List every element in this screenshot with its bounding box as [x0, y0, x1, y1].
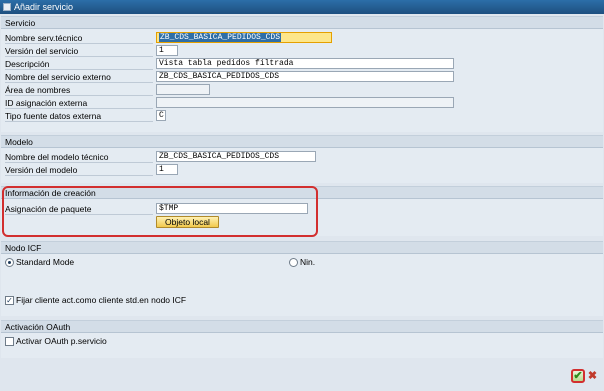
checkmark-icon[interactable]: ✔ — [571, 369, 585, 383]
row-servicio-externo: Nombre del servicio externo ZB_CDS_BASIC… — [1, 71, 603, 84]
section-servicio: Servicio Nombre serv.técnico ZB_CDS_BASI… — [1, 16, 603, 132]
section-modelo: Modelo Nombre del modelo técnico ZB_CDS_… — [1, 135, 603, 183]
area-nombres-input[interactable] — [156, 84, 210, 95]
section-oauth: Activación OAuth Activar OAuth p.servici… — [1, 320, 603, 358]
version-servicio-input[interactable]: 1 — [156, 45, 178, 56]
section-header-modelo: Modelo — [1, 136, 603, 148]
servicio-externo-input[interactable]: ZB_CDS_BASICA_PEDIDOS_CDS — [156, 71, 454, 82]
label-servicio-externo: Nombre del servicio externo — [5, 71, 153, 83]
row-version-servicio: Versión del servicio 1 — [1, 45, 603, 58]
row-descripcion: Descripción Vista tabla pedidos filtrada — [1, 58, 603, 71]
section-header-servicio: Servicio — [1, 17, 603, 29]
id-asignacion-input[interactable] — [156, 97, 454, 108]
window-icon — [3, 3, 11, 11]
label-version-servicio: Versión del servicio — [5, 45, 153, 57]
activar-oauth-checkbox[interactable] — [5, 337, 14, 346]
tipo-fuente-input[interactable]: C — [156, 110, 166, 121]
row-nombre-modelo: Nombre del modelo técnico ZB_CDS_BASICA_… — [1, 151, 603, 164]
label-id-asignacion: ID asignación externa — [5, 97, 153, 109]
label-descripcion: Descripción — [5, 58, 153, 70]
footer-bar — [0, 362, 604, 391]
nombre-servicio-value: ZB_CDS_BASICA_PEDIDOS_CDS — [159, 33, 282, 42]
row-tipo-fuente: Tipo fuente datos externa C — [1, 110, 603, 123]
row-nombre-servicio: Nombre serv.técnico ZB_CDS_BASICA_PEDIDO… — [1, 32, 603, 45]
window-titlebar: Añadir servicio — [0, 0, 604, 14]
fijar-cliente-checkbox[interactable]: ✓ — [5, 296, 14, 305]
activar-oauth-label: Activar OAuth p.servicio — [16, 336, 107, 346]
row-area-nombres: Área de nombres — [1, 84, 603, 97]
label-nombre-modelo: Nombre del modelo técnico — [5, 151, 153, 163]
descripcion-input[interactable]: Vista tabla pedidos filtrada — [156, 58, 454, 69]
row-version-modelo: Versión del modelo 1 — [1, 164, 603, 177]
fijar-cliente-label: Fijar cliente act.como cliente std.en no… — [16, 295, 187, 305]
nombre-servicio-input[interactable]: ZB_CDS_BASICA_PEDIDOS_CDS — [156, 32, 332, 43]
highlight-box — [2, 186, 318, 237]
label-tipo-fuente: Tipo fuente datos externa — [5, 110, 153, 122]
row-id-asignacion: ID asignación externa — [1, 97, 603, 110]
label-nombre-servicio: Nombre serv.técnico — [5, 32, 153, 44]
nin-radio[interactable] — [289, 258, 298, 267]
standard-mode-label: Standard Mode — [16, 257, 75, 267]
nombre-modelo-input[interactable]: ZB_CDS_BASICA_PEDIDOS_CDS — [156, 151, 316, 162]
window-title: Añadir servicio — [14, 2, 74, 12]
standard-mode-radio[interactable] — [5, 258, 14, 267]
section-header-oauth: Activación OAuth — [1, 321, 603, 333]
section-icf: Nodo ICF Standard Mode Nin. ✓ Fijar clie… — [1, 241, 603, 316]
label-version-modelo: Versión del modelo — [5, 164, 153, 176]
cross-icon[interactable]: ✖ — [587, 371, 598, 382]
section-header-icf: Nodo ICF — [1, 242, 603, 254]
nin-label: Nin. — [300, 257, 316, 267]
version-modelo-input[interactable]: 1 — [156, 164, 178, 175]
label-area-nombres: Área de nombres — [5, 84, 153, 96]
